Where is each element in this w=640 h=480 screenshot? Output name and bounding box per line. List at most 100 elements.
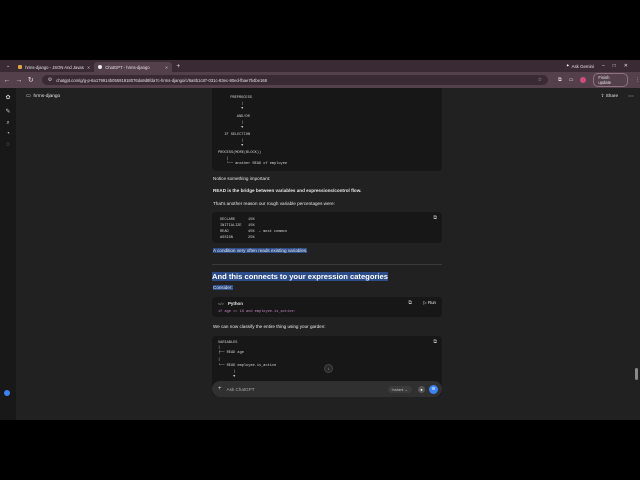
run-button[interactable]: ▷ Run xyxy=(423,300,436,306)
left-rail: ✿ ✎ ⌕ ◔ ◌ xyxy=(0,88,16,420)
highlighted-heading: And this connects to your expression cat… xyxy=(212,272,388,281)
images-icon[interactable]: ◔ xyxy=(4,130,12,138)
code-line: └── another READ of employee xyxy=(218,162,288,166)
code-line: | xyxy=(218,370,236,374)
project-name: hrms-django xyxy=(33,93,61,99)
code-line: ▼ xyxy=(226,144,244,148)
tab-search-icon[interactable]: ⌄ xyxy=(6,63,10,69)
code-line: | xyxy=(226,102,244,106)
code-line: AND/OR xyxy=(226,115,250,119)
highlighted-text: A condition very often reads existing va… xyxy=(213,248,308,253)
code-line: VARIABLES xyxy=(218,341,238,345)
finish-update-button[interactable]: Finish update xyxy=(593,73,628,87)
profile-avatar[interactable] xyxy=(580,77,587,83)
forward-icon[interactable]: → xyxy=(14,77,24,84)
code-block-python: </> Python ⧉ ▷ Run if age >= 18 and empl… xyxy=(212,297,442,317)
back-icon[interactable]: ← xyxy=(2,77,12,84)
code-line: PROCESS(MORE(BLOCK)) xyxy=(218,151,262,155)
extensions-icon[interactable]: ⧉ xyxy=(558,77,562,83)
codex-icon[interactable]: ◌ xyxy=(4,141,12,149)
code-language-label: Python xyxy=(228,301,243,306)
gemini-spark-icon: ✦ xyxy=(565,63,570,68)
browser-tab-bar: ⌄ hrms-django - JSON And Javas ✕ ChatGPT… xyxy=(0,60,640,72)
add-attachment-icon[interactable]: + xyxy=(218,386,222,392)
code-line: ▼ xyxy=(226,126,244,130)
copy-icon[interactable]: ⧉ xyxy=(408,300,412,306)
ask-gemini-label: Ask Gemini xyxy=(571,63,594,69)
copy-icon[interactable]: ⧉ xyxy=(433,215,437,221)
page-scrollbar[interactable] xyxy=(635,368,638,380)
site-info-icon[interactable]: ⚙ xyxy=(48,77,52,83)
close-tab-icon[interactable]: ✕ xyxy=(87,65,90,70)
code-line: DECLARE 15% xyxy=(220,218,255,222)
maximize-icon[interactable]: □ xyxy=(613,63,616,69)
code-line: ASSIGN 25% xyxy=(220,236,255,240)
close-tab-icon[interactable]: ✕ xyxy=(165,65,168,70)
bookmark-star-icon[interactable]: ☆ xyxy=(538,77,548,83)
tab-label: hrms-django - JSON And Javas xyxy=(25,64,84,70)
section-heading: And this connects to your expression cat… xyxy=(212,272,388,281)
message-text-bold: READ is the bridge between variables and… xyxy=(213,188,362,193)
mic-icon[interactable]: ● xyxy=(418,385,425,393)
selected-text-line: A condition very often reads existing va… xyxy=(213,248,308,253)
scroll-down-button[interactable]: ↓ xyxy=(324,364,333,373)
message-text: We can now classify the entire thing usi… xyxy=(213,324,326,329)
code-line: INITIALIZE 15% xyxy=(220,224,255,228)
code-line: | xyxy=(226,139,244,143)
minimize-icon[interactable]: – xyxy=(602,63,605,69)
new-tab-button[interactable]: + xyxy=(176,63,180,70)
code-icon: </> xyxy=(218,301,224,306)
screen-letterbox-bottom xyxy=(0,420,640,480)
sidebar-icon[interactable]: ▭ xyxy=(569,77,574,83)
code-line: if age >= 18 and employee.is_active: xyxy=(218,310,296,314)
code-line: ▼ xyxy=(226,107,244,111)
code-line: READ 45% ← most common xyxy=(220,230,287,234)
menu-kebab-icon[interactable]: ⋮ xyxy=(635,77,640,83)
tab-hrms-json[interactable]: hrms-django - JSON And Javas ✕ xyxy=(14,62,94,72)
tab-favicon-icon xyxy=(18,65,23,69)
message-text: Notice something important: xyxy=(213,176,271,181)
run-label: Run xyxy=(427,300,436,305)
message-text: That's another reason our rough variable… xyxy=(213,201,335,206)
code-line: ├── READ age xyxy=(218,351,244,355)
window-controls: ✦ Ask Gemini – □ ✕ xyxy=(566,63,640,69)
share-label: Share xyxy=(605,93,618,98)
code-line: PREPROCESS xyxy=(226,96,252,100)
copy-icon[interactable]: ⧉ xyxy=(433,339,437,345)
more-options-icon[interactable]: ⋯ xyxy=(628,93,634,100)
code-line: | xyxy=(218,346,221,350)
search-icon[interactable]: ⌕ xyxy=(4,119,12,127)
tab-chatgpt[interactable]: ChatGPT - hrms-django ✕ xyxy=(94,62,173,72)
folder-icon: ▭ xyxy=(26,93,31,99)
code-line: | xyxy=(218,157,229,161)
code-line: ▼ xyxy=(218,375,236,379)
code-line: IF SELECTION xyxy=(220,133,251,137)
code-line: └── READ employee.is_active xyxy=(218,364,277,368)
chatgpt-favicon-icon xyxy=(98,65,103,69)
project-breadcrumb[interactable]: ▭ hrms-django xyxy=(26,94,60,99)
section-divider xyxy=(212,264,442,265)
code-block-percentages: ⧉ DECLARE 15% INITIALIZE 15% READ 45% ← … xyxy=(212,212,442,243)
share-button[interactable]: ⇪ Share xyxy=(601,93,618,99)
toolbar-right: ⧉ ▭ Finish update ⋮ xyxy=(558,73,640,87)
url-text: chatgpt.com/g/g-p-6a179914b05591918076da… xyxy=(56,77,267,83)
ask-gemini-button[interactable]: ✦ Ask Gemini xyxy=(566,63,594,69)
composer-input[interactable]: Ask ChatGPT xyxy=(227,387,255,392)
browser-toolbar: ← → ↻ ⚙ chatgpt.com/g/g-p-6a179914b05591… xyxy=(0,72,640,88)
reload-icon[interactable]: ↻ xyxy=(26,76,36,84)
consider-line: Consider: xyxy=(213,285,233,290)
screen-letterbox-top xyxy=(0,0,640,60)
voice-mode-button[interactable]: ≋ xyxy=(429,384,438,394)
highlighted-text: Consider: xyxy=(213,285,233,290)
help-icon[interactable] xyxy=(4,390,10,396)
code-block-tree: PREPROCESS | ▼ AND/OR | ▼ IF SELECTION |… xyxy=(212,88,442,171)
new-chat-icon[interactable]: ✎ xyxy=(4,108,12,116)
model-selector[interactable]: Instant ⌄ xyxy=(387,385,412,393)
address-bar[interactable]: ⚙ chatgpt.com/g/g-p-6a179914b05591918076… xyxy=(41,75,549,85)
close-window-icon[interactable]: ✕ xyxy=(624,63,628,69)
tab-label: ChatGPT - hrms-django xyxy=(105,64,150,70)
chatgpt-logo-icon[interactable]: ✿ xyxy=(4,94,12,102)
code-line: | xyxy=(226,121,244,125)
code-line: | xyxy=(218,358,221,362)
composer[interactable]: + Ask ChatGPT Instant ⌄ ● ≋ xyxy=(212,381,442,397)
